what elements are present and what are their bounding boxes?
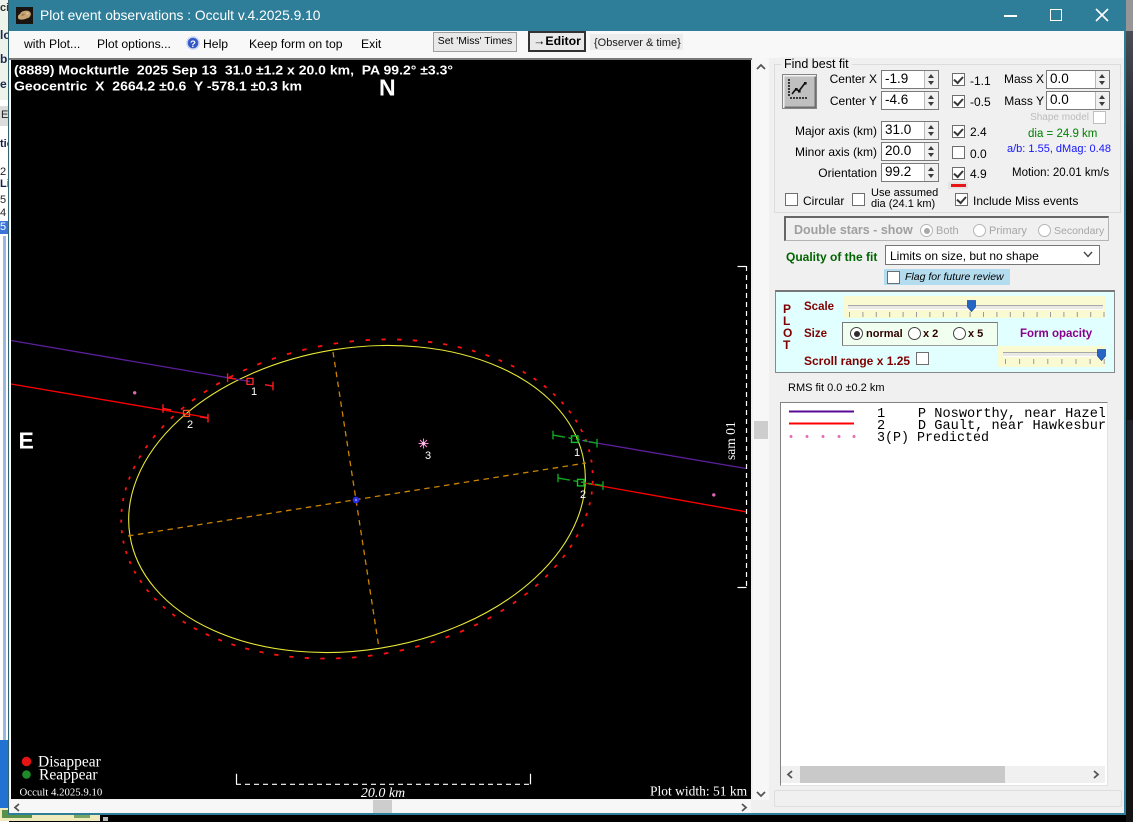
svg-text:sam 01: sam 01 [723,421,738,460]
svg-text:3(P) Predicted: 3(P) Predicted [877,431,989,446]
svg-text:2: 2 [580,489,586,501]
svg-text:1: 1 [251,386,257,398]
svg-text:Plot width: 51 km: Plot width: 51 km [650,784,748,799]
svg-text:1: 1 [574,447,580,459]
svg-text:Occult 4.2025.9.10: Occult 4.2025.9.10 [20,787,103,799]
svg-text:?: ? [190,39,196,50]
svg-text:N: N [379,75,396,101]
svg-text:2: 2 [187,419,193,431]
svg-text:3: 3 [425,450,431,462]
svg-text:Reappear: Reappear [39,767,98,784]
svg-text:20.0 km: 20.0 km [361,786,405,799]
svg-text:E: E [19,428,34,454]
svg-text:Geocentric X 2664.2 ±0.6 Y: Geocentric X 2664.2 ±0.6 Y -578.1 ±0.3 k… [14,80,302,94]
